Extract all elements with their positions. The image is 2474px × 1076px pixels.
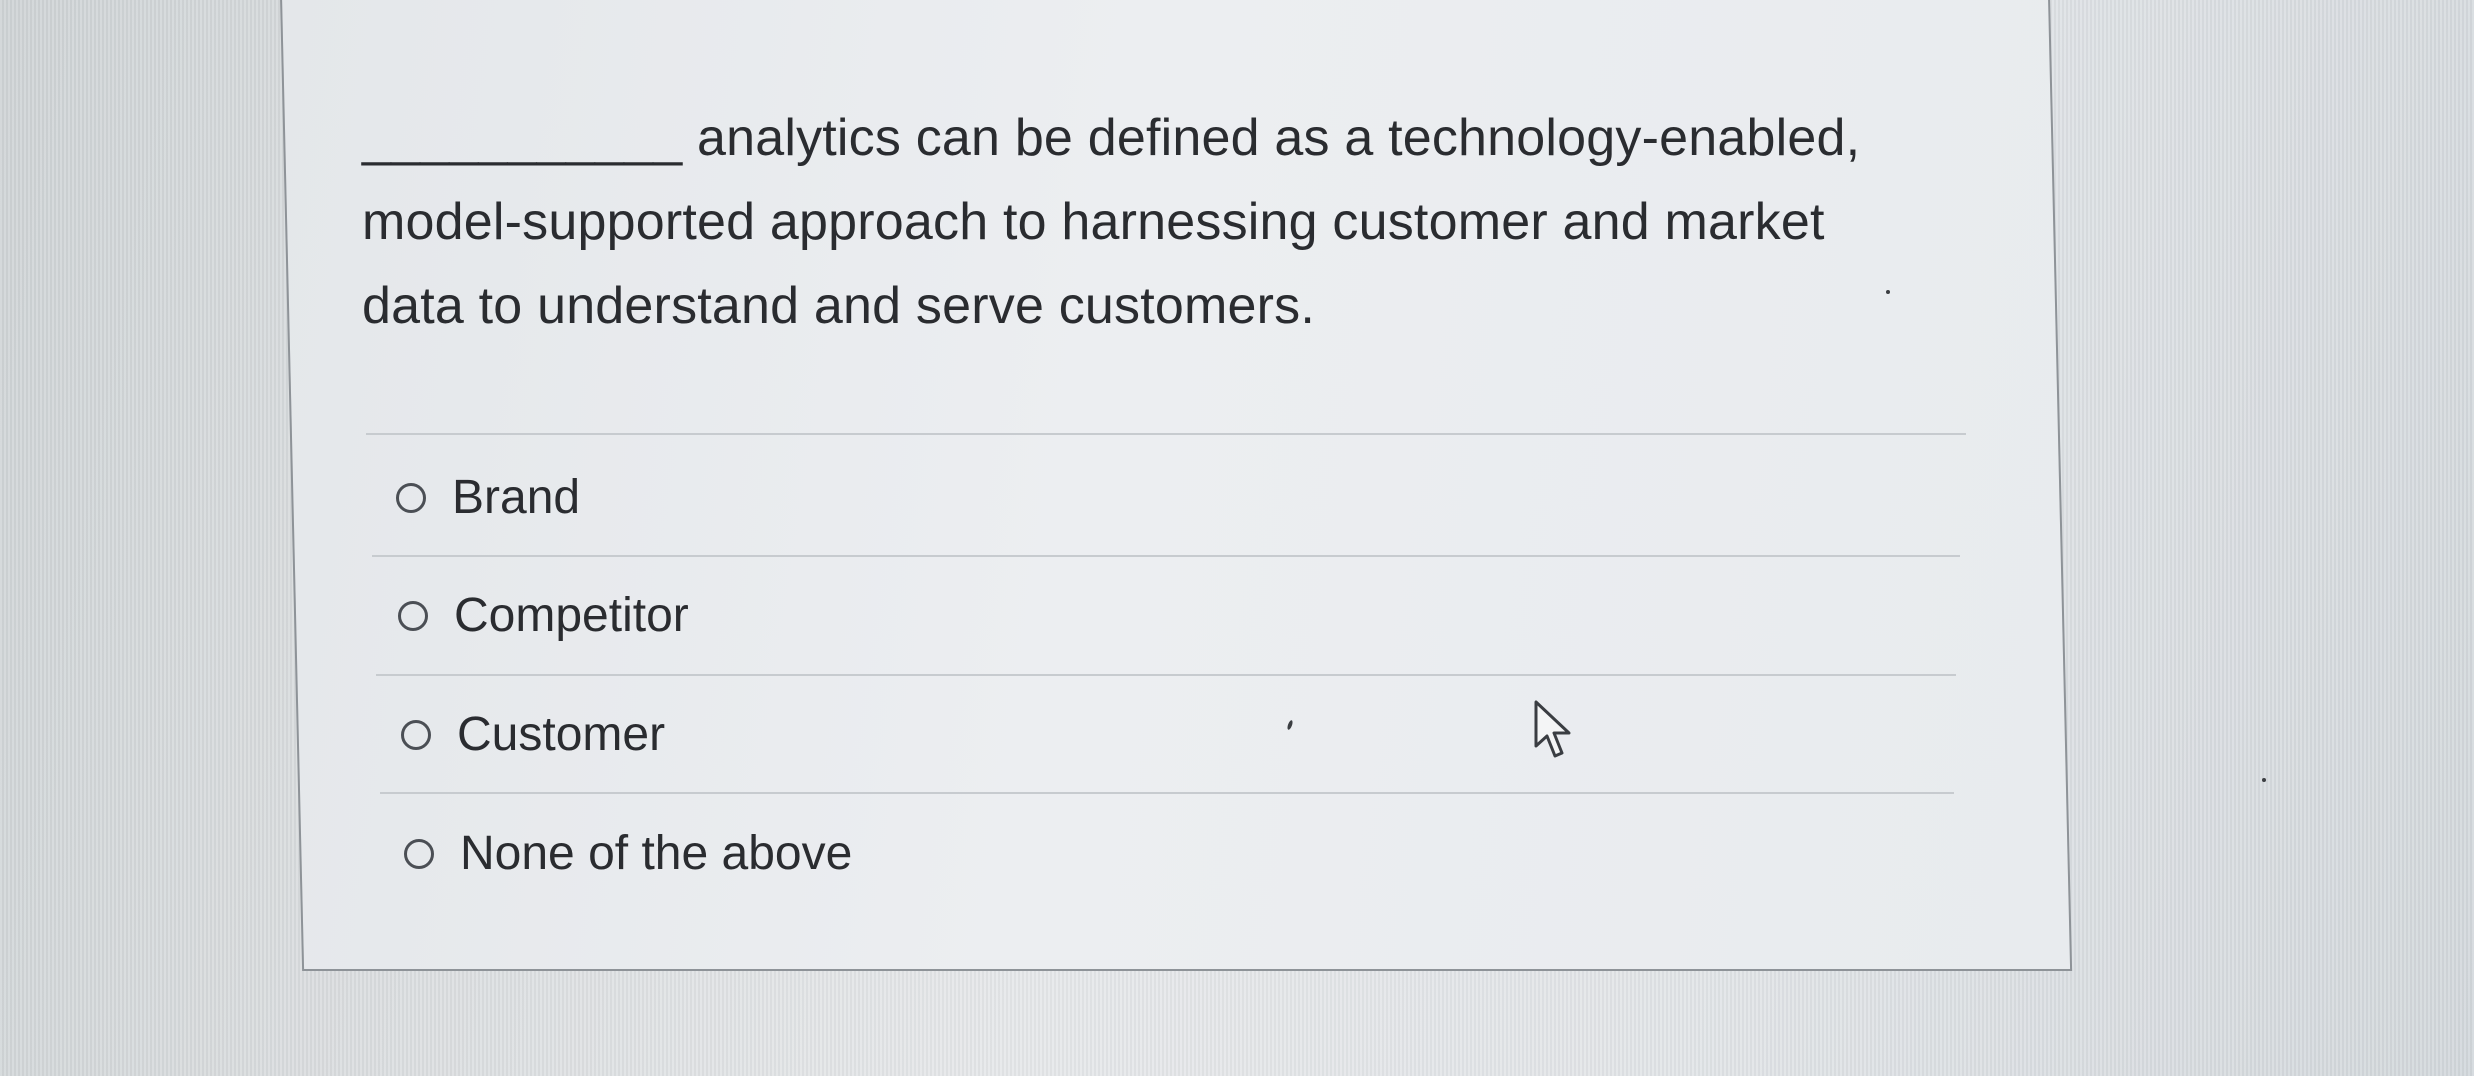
separator (380, 792, 1954, 794)
option-label: Customer (457, 708, 666, 761)
mouse-pointer-icon (1534, 700, 1571, 758)
option-customer[interactable]: Customer (401, 707, 665, 762)
radio-button-icon[interactable] (404, 838, 434, 869)
option-label: None of the above (460, 827, 853, 880)
radio-button-icon[interactable] (398, 600, 428, 631)
radio-button-icon[interactable] (396, 482, 426, 513)
separator-question (366, 433, 1966, 435)
screen-speck (2262, 778, 2266, 782)
screen-speck (1886, 290, 1890, 294)
option-brand[interactable]: Brand (396, 470, 580, 525)
question-line-3: data to understand and serve customers. (362, 277, 1316, 335)
option-competitor[interactable]: Competitor (398, 588, 689, 643)
option-none-of-the-above[interactable]: None of the above (404, 826, 852, 881)
separator (376, 674, 1956, 676)
option-label: Brand (452, 471, 581, 524)
question-line-1: ___________ analytics can be defined as … (362, 109, 1861, 167)
question-text: ___________ analytics can be defined as … (362, 96, 1962, 348)
question-line-2: model-supported approach to harnessing c… (362, 193, 1825, 251)
option-label: Competitor (454, 589, 689, 642)
radio-button-icon[interactable] (401, 719, 431, 750)
separator (372, 555, 1960, 557)
